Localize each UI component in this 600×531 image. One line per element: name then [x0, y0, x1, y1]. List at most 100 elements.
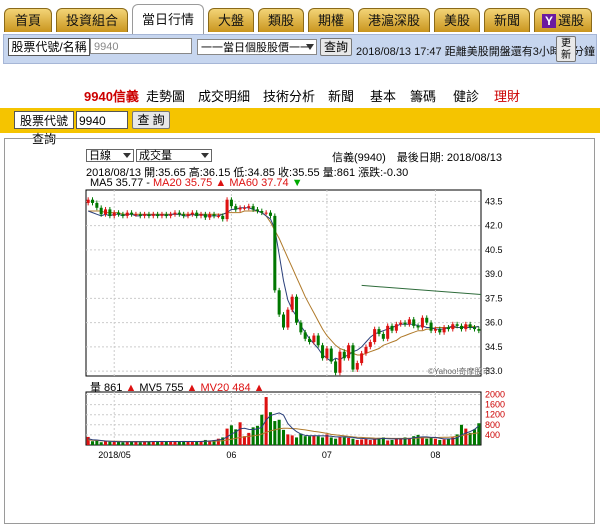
- volume-bar: [316, 436, 320, 445]
- candle-body: [464, 324, 468, 330]
- candle-body: [442, 327, 446, 333]
- candle-body: [242, 207, 246, 209]
- volume-legend: 量 861 ▲ MV5 755 ▲ MV20 484 ▲: [90, 379, 265, 395]
- candle-body: [373, 329, 377, 343]
- volume-bar: [407, 438, 411, 445]
- candle-body: [303, 332, 307, 339]
- candle-body: [104, 209, 108, 215]
- volume-bar: [338, 436, 342, 445]
- candle-body: [325, 348, 329, 359]
- volume-bar: [286, 434, 290, 445]
- candle-body: [368, 342, 372, 347]
- price-tick-label: 40.5: [485, 245, 503, 255]
- candle-body: [186, 214, 190, 216]
- price-tick-label: 39.0: [485, 269, 503, 279]
- volume-bar: [260, 414, 264, 445]
- volume-bar: [347, 437, 351, 445]
- candle-body: [321, 345, 325, 359]
- volume-bar: [364, 438, 368, 445]
- candle-body: [377, 329, 381, 334]
- volume-bar: [303, 436, 307, 445]
- candle-body: [355, 363, 359, 370]
- up-triangle-icon: ▲: [183, 382, 201, 394]
- candle-body: [425, 317, 429, 323]
- date-tick-label: 08: [430, 450, 440, 460]
- candle-body: [459, 325, 463, 330]
- volume-tick-label: 1600: [485, 400, 505, 410]
- volume-bar: [416, 434, 420, 445]
- candle-body: [173, 212, 177, 215]
- candle-body: [216, 215, 220, 217]
- candle-body: [347, 345, 351, 359]
- price-tick-label: 34.5: [485, 342, 503, 352]
- volume-bar: [329, 437, 333, 445]
- candle-body: [156, 214, 160, 216]
- volume-bar: [425, 438, 429, 445]
- volume-bar: [273, 421, 277, 445]
- volume-bar: [90, 441, 95, 445]
- up-triangle-icon: ▲: [122, 382, 140, 394]
- price-chart[interactable]: 43.542.040.539.037.536.034.533.0 ©Yahoo!…: [0, 0, 600, 531]
- candle-body: [334, 361, 338, 373]
- volume-bar: [399, 438, 403, 445]
- candle-body: [225, 199, 229, 220]
- volume-tick-label: 400: [485, 430, 500, 440]
- candle-body: [381, 333, 385, 339]
- candle-body: [338, 351, 342, 373]
- volume-tick-label: 1200: [485, 410, 505, 420]
- candle-body: [438, 329, 442, 333]
- candle-body: [238, 207, 242, 210]
- volume-bar: [355, 439, 359, 445]
- volume-bar: [360, 439, 364, 445]
- candle-body: [99, 207, 103, 215]
- volume-bar: [394, 438, 398, 445]
- candle-body: [190, 212, 194, 215]
- volume-bar: [238, 422, 242, 445]
- volume-bar: [295, 437, 299, 445]
- volume-bar: [321, 437, 325, 445]
- candle-body: [251, 206, 255, 210]
- candle-body: [268, 212, 272, 216]
- volume-bar: [121, 442, 125, 445]
- volume-bar: [164, 441, 168, 445]
- volume-bar: [138, 442, 142, 445]
- candle-body: [147, 214, 151, 216]
- candle-body: [299, 322, 303, 333]
- candle-body: [121, 214, 125, 216]
- candle-body: [182, 214, 186, 216]
- candle-body: [360, 353, 364, 364]
- candle-body: [351, 345, 355, 370]
- volume-bar: [108, 441, 112, 445]
- volume-bar: [156, 441, 160, 445]
- candle-body: [412, 319, 416, 326]
- candle-body: [234, 206, 238, 210]
- candle-body: [255, 209, 259, 212]
- candle-body: [308, 338, 312, 343]
- mv20-value: MV20 484: [200, 382, 251, 394]
- volume-bar: [247, 432, 251, 445]
- candle-body: [429, 322, 433, 331]
- volume-bar: [95, 440, 99, 445]
- volume-bar: [429, 437, 433, 445]
- candle-body: [134, 214, 138, 216]
- candle-body: [90, 199, 95, 203]
- volume-bar: [464, 428, 468, 445]
- candle-body: [151, 214, 155, 216]
- candle-body: [420, 317, 424, 328]
- candle-body: [394, 324, 398, 331]
- candle-body: [125, 212, 129, 216]
- candle-body: [472, 327, 477, 330]
- date-axis: 2018/05 06 07 08: [98, 450, 440, 460]
- candle-body: [143, 214, 147, 216]
- volume-bar: [390, 439, 394, 445]
- volume-bar: [277, 419, 281, 445]
- volume-bar: [438, 439, 442, 445]
- candle-body: [455, 324, 459, 326]
- candle-body: [264, 212, 268, 214]
- volume-bar: [86, 436, 90, 445]
- candle-body: [221, 215, 225, 220]
- candle-body: [108, 209, 112, 216]
- price-tick-label: 43.5: [485, 196, 503, 206]
- candle-body: [433, 329, 437, 331]
- candle-body: [117, 212, 121, 215]
